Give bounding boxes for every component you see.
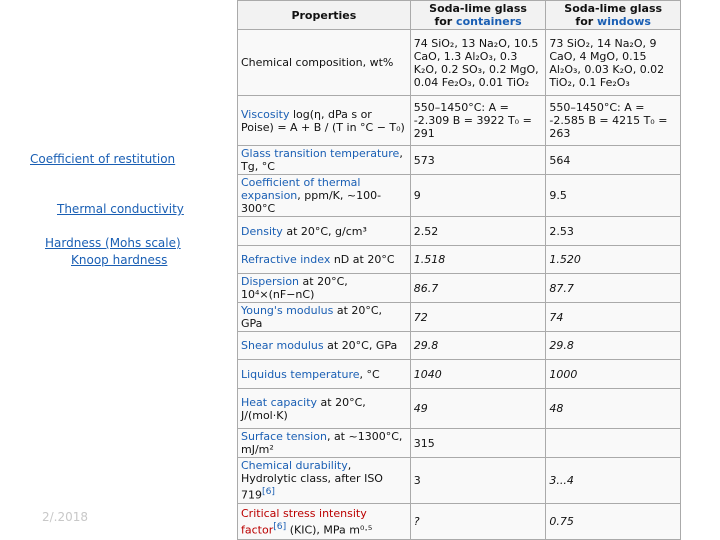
youngs-link[interactable]: Young's modulus [241,304,333,317]
windows-header: Soda-lime glass for windows [545,0,681,30]
durability-containers: 3 [409,457,547,504]
shear-windows: 29.8 [545,331,681,360]
tg-link[interactable]: Glass transition temperature [241,147,399,160]
properties-header: Properties [237,0,411,30]
knoop-hardness-link[interactable]: Knoop hardness [71,253,167,267]
surface-link[interactable]: Surface tension [241,430,327,443]
composition-windows: 73 SiO₂, 14 Na₂O, 9 CaO, 4 MgO, 0.15 Al₂… [545,29,681,96]
durability-link[interactable]: Chemical durability [241,459,348,472]
tg-label: Glass transition temperature, Tg, °C [237,145,411,175]
containers-header: Soda-lime glass for containers [409,0,547,30]
refractive-label-rest: nD at 20°C [330,253,395,266]
heat-label: Heat capacity at 20°C, J/(mol·K) [237,388,411,429]
viscosity-link[interactable]: Viscosity [241,108,289,121]
table-row: Young's modulus at 20°C, GPa 72 74 [237,302,681,332]
header-row: Properties Soda-lime glass for container… [237,0,681,30]
refractive-label: Refractive index nD at 20°C [237,245,411,274]
table-row: Viscosity log(η, dPa s or Poise) = A + B… [237,95,681,146]
density-link[interactable]: Density [241,225,283,238]
table-row: Shear modulus at 20°C, GPa 29.8 29.8 [237,331,681,360]
table-row: Liquidus temperature, °C 1040 1000 [237,359,681,389]
fracture-label-rest: (KIC), MPa m⁰·⁵ [286,523,373,537]
thermal-conductivity-link[interactable]: Thermal conductivity [57,202,184,216]
tg-containers: 573 [409,145,547,175]
restitution-link[interactable]: Coefficient of restitution [30,152,175,166]
refractive-windows: 1.520 [545,245,681,274]
durability-ref-link[interactable]: [6] [262,486,275,497]
density-label: Density at 20°C, g/cm³ [237,216,411,246]
density-containers: 2.52 [409,216,547,246]
expansion-windows: 9.5 [545,174,681,217]
hardness-mohs-link[interactable]: Hardness (Mohs scale) [45,236,181,250]
youngs-label: Young's modulus at 20°C, GPa [237,302,411,332]
table-row: Glass transition temperature, Tg, °C 573… [237,145,681,175]
fracture-label: Critical stress intensity factor[6] (KIC… [237,502,411,540]
dispersion-containers: 86.7 [409,273,547,303]
shear-containers: 29.8 [409,331,547,360]
durability-windows: 3...4 [545,457,681,504]
surface-windows [545,428,681,458]
composition-containers: 74 SiO₂, 13 Na₂O, 10.5 CaO, 1.3 Al₂O₃, 0… [409,29,547,96]
table-row: Coefficient of thermal expansion, ppm/K,… [237,174,681,217]
viscosity-windows: 550–1450°C: A = -2.585 B = 4215 T₀ = 263 [545,95,681,146]
heat-link[interactable]: Heat capacity [241,396,317,409]
durability-label: Chemical durability, Hydrolytic class, a… [237,457,411,504]
windows-link[interactable]: windows [597,15,651,28]
expansion-containers: 9 [409,174,547,217]
surface-label: Surface tension, at ~1300°C, mJ/m² [237,428,411,458]
liquidus-label: Liquidus temperature, °C [237,359,411,389]
fracture-containers: ? [409,502,547,540]
date-label: 2/.2018 [42,510,89,524]
fracture-windows: 0.75 [545,502,681,540]
youngs-containers: 72 [409,302,547,332]
tg-windows: 564 [545,145,681,175]
heat-containers: 49 [409,388,547,429]
table-row: Heat capacity at 20°C, J/(mol·K) 49 48 [237,388,681,429]
shear-label: Shear modulus at 20°C, GPa [237,331,411,360]
liquidus-link[interactable]: Liquidus temperature [241,368,360,381]
dispersion-label: Dispersion at 20°C, 10⁴×(nF−nC) [237,273,411,303]
shear-label-rest: at 20°C, GPa [323,339,398,352]
dispersion-windows: 87.7 [545,273,681,303]
youngs-windows: 74 [545,302,681,332]
expansion-label: Coefficient of thermal expansion, ppm/K,… [237,174,411,217]
liquidus-containers: 1040 [409,359,547,389]
table-row: Chemical composition, wt% 74 SiO₂, 13 Na… [237,29,681,96]
liquidus-windows: 1000 [545,359,681,389]
fracture-ref-link[interactable]: [6] [273,521,286,532]
liquidus-label-rest: , °C [359,367,380,381]
viscosity-containers: 550–1450°C: A = -2.309 B = 3922 T₀ = 291 [409,95,547,146]
windows-header-prefix: for [575,15,598,28]
viscosity-label: Viscosity log(η, dPa s or Poise) = A + B… [237,95,411,146]
containers-link[interactable]: containers [456,15,522,28]
table-row: Chemical durability, Hydrolytic class, a… [237,457,681,504]
density-label-rest: at 20°C, g/cm³ [282,224,367,238]
dispersion-link[interactable]: Dispersion [241,275,299,288]
glass-properties-table: Properties Soda-lime glass for container… [237,0,681,540]
refractive-link[interactable]: Refractive index [241,253,330,266]
windows-header-line1: Soda-lime glass [564,2,663,15]
composition-label: Chemical composition, wt% [237,29,411,96]
table-row: Dispersion at 20°C, 10⁴×(nF−nC) 86.7 87.… [237,273,681,303]
density-windows: 2.53 [545,216,681,246]
table-row: Density at 20°C, g/cm³ 2.52 2.53 [237,216,681,246]
shear-link[interactable]: Shear modulus [241,339,324,352]
containers-header-prefix: for [434,15,457,28]
containers-header-line1: Soda-lime glass [429,2,527,15]
table-row: Surface tension, at ~1300°C, mJ/m² 315 [237,428,681,458]
table-row: Critical stress intensity factor[6] (KIC… [237,502,681,540]
heat-windows: 48 [545,388,681,429]
refractive-containers: 1.518 [409,245,547,274]
surface-containers: 315 [409,428,547,458]
table-row: Refractive index nD at 20°C 1.518 1.520 [237,245,681,274]
